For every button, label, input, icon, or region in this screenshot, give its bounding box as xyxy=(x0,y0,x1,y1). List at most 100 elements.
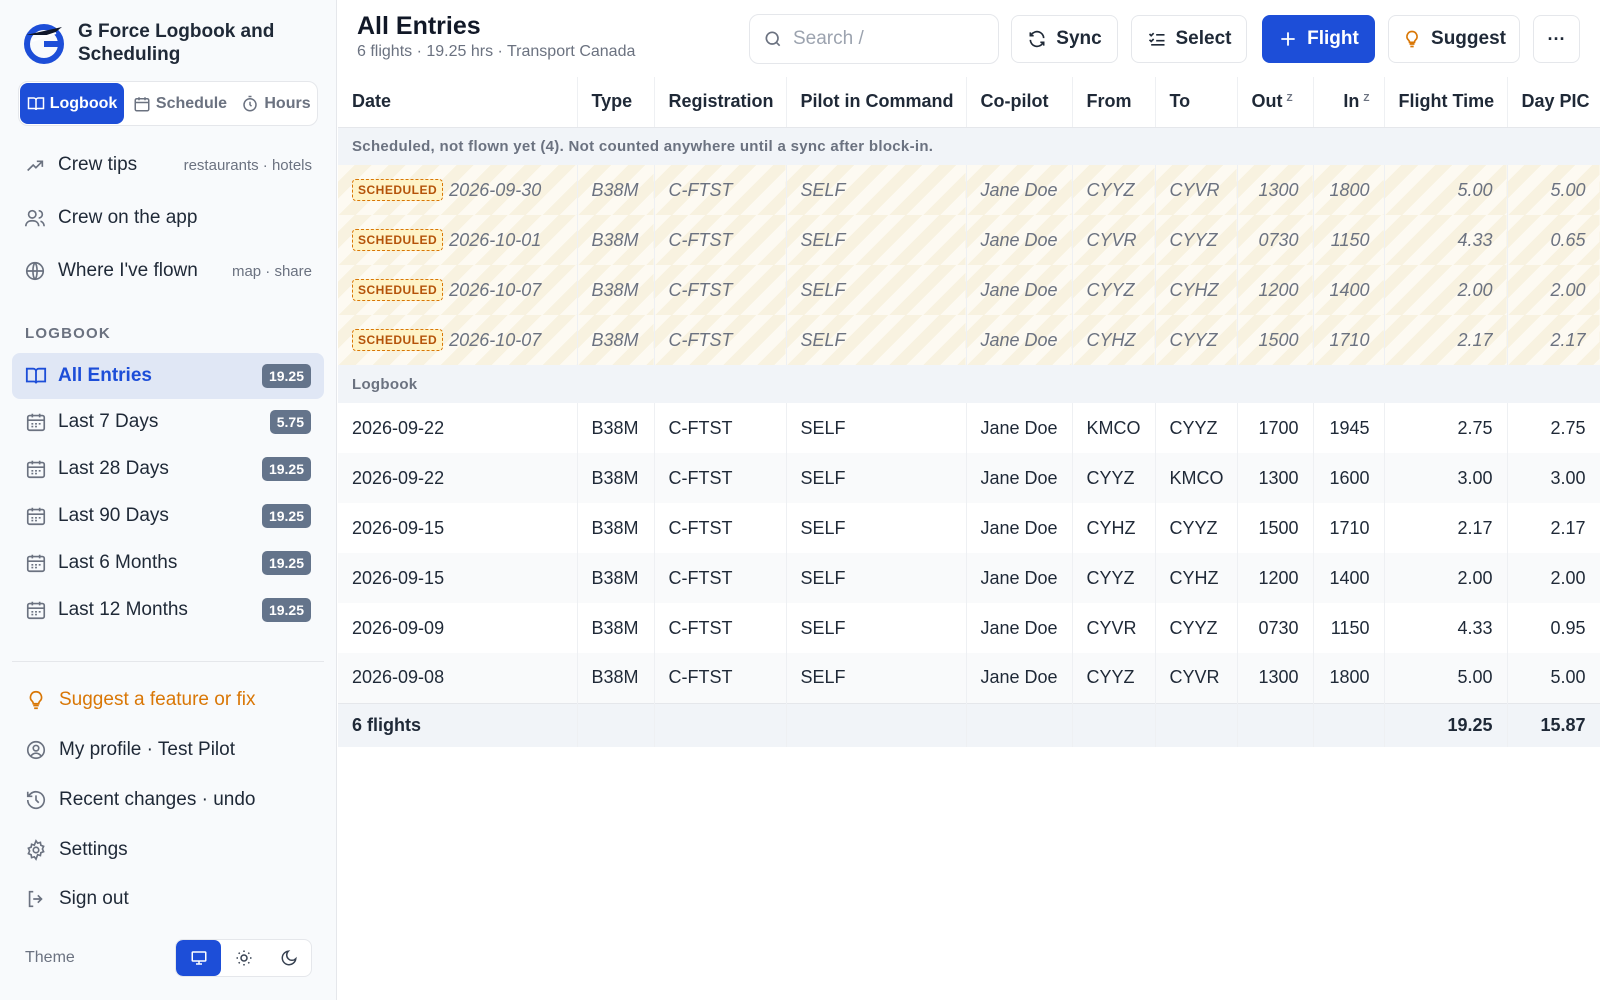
tab-logbook-label: Logbook xyxy=(49,94,118,112)
table-row[interactable]: 2026-09-22 B38M C-FTST SELF Jane Doe CYYZ KMCO… xyxy=(338,453,1600,503)
cell-out: 1200 xyxy=(1237,553,1314,603)
nav-last-28-days[interactable]: Last 28 Days 19.25 xyxy=(12,446,324,492)
cell-type: B38M xyxy=(577,503,655,553)
hours-badge: 5.75 xyxy=(269,410,311,434)
nav-last-12-months[interactable]: Last 12 Months 19.25 xyxy=(12,587,324,633)
cell-registration: C-FTST xyxy=(654,403,787,453)
table-row[interactable]: 2026-09-15 B38M C-FTST SELF Jane Doe CYHZ CYYZ… xyxy=(338,503,1600,553)
cell-date-value: 2026-10-07 xyxy=(449,280,542,300)
nav-last-90-days[interactable]: Last 90 Days 19.25 xyxy=(12,493,324,539)
cell-pic: SELF xyxy=(786,553,967,603)
cell-type: B38M xyxy=(577,215,655,265)
where-flown-label: Where I've flown xyxy=(58,260,198,281)
cell-flight-time: 4.33 xyxy=(1384,215,1508,265)
stopwatch-icon xyxy=(243,95,258,111)
cell-copilot: Jane Doe xyxy=(966,453,1073,503)
brand[interactable]: G Force Logbook and Scheduling xyxy=(22,20,288,66)
sign-out-label: Sign out xyxy=(59,888,129,909)
my-profile-link[interactable]: My profile · Test Pilot xyxy=(25,735,235,765)
theme-system-button[interactable] xyxy=(176,940,221,976)
suggest-feature-label: Suggest a feature or fix xyxy=(59,689,256,710)
theme-dark-button[interactable] xyxy=(266,940,311,976)
recent-changes-link[interactable]: Recent changes · undo xyxy=(25,785,255,815)
sync-label: Sync xyxy=(1056,28,1102,49)
globe-icon xyxy=(25,261,45,281)
cell-in: 1400 xyxy=(1313,553,1385,603)
cell-to: CYVR xyxy=(1155,653,1238,703)
table-row[interactable]: 2026-09-08 B38M C-FTST SELF Jane Doe CYYZ CYVR… xyxy=(338,653,1600,703)
tab-hours[interactable]: Hours xyxy=(236,83,316,124)
moon-icon xyxy=(281,950,297,966)
table-row[interactable]: 2026-09-15 B38M C-FTST SELF Jane Doe CYYZ CYHZ… xyxy=(338,553,1600,603)
nav-label: All Entries xyxy=(58,365,152,386)
sync-button[interactable]: Sync xyxy=(1011,15,1118,63)
scheduled-flight-row[interactable]: SCHEDULED 2026-10-07 B38M C-FTST SELF Jane Do… xyxy=(338,315,1600,365)
nav-last-7-days[interactable]: Last 7 Days 5.75 xyxy=(12,399,324,445)
scheduled-badge: SCHEDULED xyxy=(352,229,444,251)
theme-toggle xyxy=(175,939,312,977)
column-header-type[interactable]: Type xyxy=(577,77,655,128)
table-body: Scheduled, not flown yet (4). Not counte… xyxy=(338,127,1600,747)
sign-out-link[interactable]: Sign out xyxy=(25,884,129,914)
column-header-date[interactable]: Date xyxy=(338,77,578,128)
cell-day-pic: 5.00 xyxy=(1507,653,1600,703)
totals-empty-cell xyxy=(654,702,787,747)
search-input[interactable]: Search / xyxy=(749,14,999,64)
column-header-day-pic[interactable]: Day PIC xyxy=(1507,77,1600,128)
cell-in: 1150 xyxy=(1313,603,1385,653)
add-flight-button[interactable]: Flight xyxy=(1262,15,1375,63)
cell-flight-time: 2.17 xyxy=(1384,503,1508,553)
column-header-out[interactable]: Out Z xyxy=(1237,77,1314,128)
calendar-icon xyxy=(26,507,46,526)
cell-from: CYYZ xyxy=(1072,165,1156,215)
zulu-marker: Z xyxy=(1286,93,1293,105)
cell-to: CYYZ xyxy=(1155,503,1238,553)
sun-icon xyxy=(236,950,251,966)
scheduled-flight-row[interactable]: SCHEDULED 2026-10-01 B38M C-FTST SELF Jane Do… xyxy=(338,215,1600,265)
column-header-flight-time[interactable]: Flight Time xyxy=(1384,77,1508,128)
column-header-pic[interactable]: Pilot in Command xyxy=(786,77,967,128)
column-header-to[interactable]: To xyxy=(1155,77,1238,128)
table-row[interactable]: 2026-09-09 B38M C-FTST SELF Jane Doe CYVR CYYZ… xyxy=(338,603,1600,653)
where-flown-link[interactable]: Where I've flown map · share xyxy=(24,256,312,286)
cell-out: 1300 xyxy=(1237,453,1314,503)
cell-pic: SELF xyxy=(786,403,967,453)
nav-all-entries[interactable]: All Entries 19.25 xyxy=(12,353,324,399)
suggest-button[interactable]: Suggest xyxy=(1388,15,1520,63)
cell-in: 1800 xyxy=(1313,653,1385,703)
scheduled-flight-row[interactable]: SCHEDULED 2026-09-30 B38M C-FTST SELF Jane Do… xyxy=(338,165,1600,215)
more-menu-button[interactable]: ··· xyxy=(1533,15,1580,63)
tab-schedule[interactable]: Schedule xyxy=(124,83,236,124)
cell-pic: SELF xyxy=(786,215,967,265)
column-header-copilot[interactable]: Co-pilot xyxy=(966,77,1073,128)
cell-registration: C-FTST xyxy=(654,553,787,603)
book-icon xyxy=(25,367,47,384)
settings-link[interactable]: Settings xyxy=(25,835,128,865)
flights-table: Date Type Registration Pilot in Command … xyxy=(338,77,1600,747)
tab-logbook[interactable]: Logbook xyxy=(20,83,124,124)
cell-type: B38M xyxy=(577,553,655,603)
crew-tips-link[interactable]: Crew tips restaurants · hotels xyxy=(24,150,312,180)
suggest-feature-link[interactable]: Suggest a feature or fix xyxy=(25,685,255,715)
main-content: All Entries 6 flights · 19.25 hrs · Tran… xyxy=(338,0,1600,1000)
cell-copilot: Jane Doe xyxy=(966,315,1073,365)
hours-badge: 19.25 xyxy=(261,457,311,481)
cell-date: 2026-09-15 xyxy=(338,553,578,603)
nav-label: Last 90 Days xyxy=(58,505,169,526)
nav-last-6-months[interactable]: Last 6 Months 19.25 xyxy=(12,540,324,586)
column-header-from[interactable]: From xyxy=(1072,77,1156,128)
scheduled-flight-row[interactable]: SCHEDULED 2026-10-07 B38M C-FTST SELF Jane Do… xyxy=(338,265,1600,315)
theme-light-button[interactable] xyxy=(221,940,266,976)
totals-row: 6 flights 19.25 15.87 xyxy=(338,702,1600,747)
table-row[interactable]: 2026-09-22 B38M C-FTST SELF Jane Doe KMCO CYYZ… xyxy=(338,403,1600,453)
cell-date: 2026-09-08 xyxy=(338,653,578,703)
scheduled-group-row: Scheduled, not flown yet (4). Not counte… xyxy=(338,127,1600,165)
column-header-in[interactable]: In Z xyxy=(1313,77,1385,128)
cell-type: B38M xyxy=(577,403,655,453)
select-button[interactable]: Select xyxy=(1131,15,1247,63)
crew-app-link[interactable]: Crew on the app xyxy=(24,203,312,233)
cell-flight-time: 5.00 xyxy=(1384,165,1508,215)
g-force-logo-icon xyxy=(24,24,64,64)
cell-date: SCHEDULED 2026-09-30 xyxy=(338,165,578,215)
column-header-registration[interactable]: Registration xyxy=(654,77,787,128)
